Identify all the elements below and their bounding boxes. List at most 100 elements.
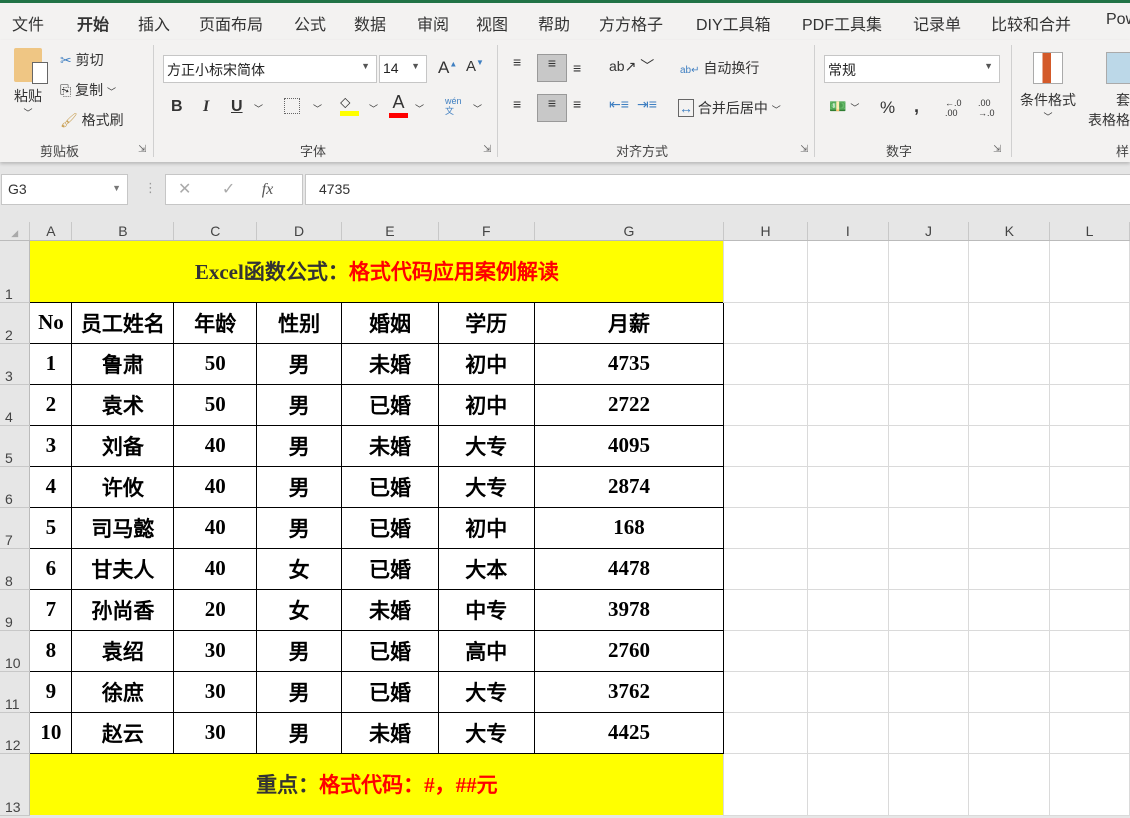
- underline-button[interactable]: U: [231, 98, 243, 116]
- bold-button[interactable]: B: [171, 98, 183, 116]
- italic-button[interactable]: I: [203, 98, 209, 116]
- tab-14[interactable]: Pow: [1106, 11, 1130, 29]
- row-header-9[interactable]: 9: [0, 589, 31, 631]
- table-cell[interactable]: 许攸: [71, 465, 175, 508]
- empty-cell[interactable]: [807, 507, 889, 549]
- decrease-font-size-icon[interactable]: A▼: [466, 58, 484, 75]
- row-header-8[interactable]: 8: [0, 548, 31, 590]
- table-cell[interactable]: 4095: [533, 424, 725, 467]
- dialog-launcher-icon[interactable]: ⇲: [138, 144, 146, 155]
- table-cell[interactable]: 10: [29, 711, 73, 754]
- empty-cell[interactable]: [1049, 507, 1130, 549]
- empty-cell[interactable]: [888, 466, 970, 508]
- empty-cell[interactable]: [968, 753, 1051, 816]
- empty-cell[interactable]: [1049, 302, 1130, 344]
- decrease-indent-icon[interactable]: ⇤≡: [609, 96, 629, 113]
- empty-cell[interactable]: [723, 589, 808, 631]
- chevron-down-icon[interactable]: ﹀: [369, 102, 378, 115]
- drag-handle-icon[interactable]: ⋮: [144, 180, 157, 196]
- empty-cell[interactable]: [968, 240, 1051, 303]
- row-header-7[interactable]: 7: [0, 507, 31, 549]
- formula-input[interactable]: 4735: [305, 174, 1130, 205]
- table-header-cell[interactable]: 月薪: [533, 301, 725, 344]
- empty-cell[interactable]: [1049, 343, 1130, 385]
- table-cell[interactable]: 男: [256, 629, 343, 672]
- table-cell[interactable]: 女: [256, 547, 343, 590]
- empty-cell[interactable]: [888, 630, 970, 672]
- table-cell[interactable]: 男: [256, 383, 343, 426]
- accounting-format-icon[interactable]: 💵 ﹀: [829, 98, 859, 115]
- empty-cell[interactable]: [723, 240, 808, 303]
- tab-1[interactable]: 开始: [77, 11, 110, 44]
- note-cell[interactable]: 重点：格式代码：#，##元: [29, 753, 725, 815]
- column-header-B[interactable]: B: [71, 222, 175, 241]
- table-header-cell[interactable]: 婚姻: [341, 301, 439, 344]
- empty-cell[interactable]: [807, 630, 889, 672]
- title-cell[interactable]: Excel函数公式：格式代码应用案例解读: [29, 240, 725, 302]
- table-cell[interactable]: 7: [29, 588, 73, 631]
- empty-cell[interactable]: [723, 753, 808, 816]
- tab-9[interactable]: 方方格子: [599, 11, 663, 35]
- table-cell[interactable]: 已婚: [341, 465, 439, 508]
- table-cell[interactable]: 未婚: [341, 342, 439, 385]
- name-box[interactable]: G3 ▼: [1, 174, 128, 205]
- chevron-down-icon[interactable]: ﹀: [313, 102, 322, 115]
- chevron-down-icon[interactable]: ﹀: [473, 102, 482, 115]
- table-cell[interactable]: 初中: [437, 342, 535, 385]
- tab-4[interactable]: 公式: [294, 11, 326, 35]
- empty-cell[interactable]: [723, 425, 808, 467]
- enter-icon[interactable]: ✓: [222, 181, 235, 198]
- table-cell[interactable]: 孙尚香: [71, 588, 175, 631]
- font-size-select[interactable]: 14 ▼: [379, 55, 427, 83]
- empty-cell[interactable]: [888, 384, 970, 426]
- column-header-E[interactable]: E: [341, 222, 439, 241]
- empty-cell[interactable]: [723, 630, 808, 672]
- table-header-cell[interactable]: 学历: [437, 301, 535, 344]
- column-header-J[interactable]: J: [888, 222, 970, 241]
- empty-cell[interactable]: [807, 425, 889, 467]
- empty-cell[interactable]: [888, 507, 970, 549]
- table-cell[interactable]: 168: [533, 506, 725, 549]
- table-cell[interactable]: 30: [173, 629, 258, 672]
- table-cell[interactable]: 9: [29, 670, 73, 713]
- table-cell[interactable]: 2760: [533, 629, 725, 672]
- table-cell[interactable]: 男: [256, 506, 343, 549]
- table-header-cell[interactable]: 性别: [256, 301, 343, 344]
- table-cell[interactable]: 4: [29, 465, 73, 508]
- table-cell[interactable]: 4735: [533, 342, 725, 385]
- empty-cell[interactable]: [888, 343, 970, 385]
- percent-style-button[interactable]: %: [880, 98, 895, 118]
- wrap-text-button[interactable]: ab↵ 自动换行: [680, 58, 759, 78]
- align-center-icon[interactable]: ≡: [537, 94, 567, 122]
- empty-cell[interactable]: [1049, 384, 1130, 426]
- empty-cell[interactable]: [888, 425, 970, 467]
- dialog-launcher-icon[interactable]: ⇲: [800, 144, 808, 155]
- empty-cell[interactable]: [888, 671, 970, 713]
- table-cell[interactable]: 男: [256, 670, 343, 713]
- table-cell[interactable]: 大专: [437, 424, 535, 467]
- table-cell[interactable]: 8: [29, 629, 73, 672]
- column-header-A[interactable]: A: [29, 222, 73, 241]
- align-middle-icon[interactable]: ≡: [537, 54, 567, 82]
- align-bottom-icon[interactable]: ≡: [573, 60, 581, 76]
- column-header-H[interactable]: H: [723, 222, 808, 241]
- increase-indent-icon[interactable]: ⇥≡: [637, 96, 657, 113]
- empty-cell[interactable]: [807, 671, 889, 713]
- fill-color-button[interactable]: ⬦: [340, 94, 359, 116]
- table-cell[interactable]: 徐庶: [71, 670, 175, 713]
- table-cell[interactable]: 3: [29, 424, 73, 467]
- empty-cell[interactable]: [968, 671, 1051, 713]
- empty-cell[interactable]: [1049, 753, 1130, 816]
- dialog-launcher-icon[interactable]: ⇲: [993, 144, 1001, 155]
- table-cell[interactable]: 司马懿: [71, 506, 175, 549]
- empty-cell[interactable]: [888, 302, 970, 344]
- tab-10[interactable]: DIY工具箱: [696, 11, 771, 35]
- table-cell[interactable]: 2722: [533, 383, 725, 426]
- table-cell[interactable]: 初中: [437, 506, 535, 549]
- table-cell[interactable]: 30: [173, 670, 258, 713]
- format-painter-button[interactable]: 🖌 格式刷: [60, 110, 124, 130]
- cancel-icon[interactable]: ✕: [178, 181, 191, 198]
- empty-cell[interactable]: [807, 466, 889, 508]
- tab-3[interactable]: 页面布局: [199, 11, 263, 35]
- empty-cell[interactable]: [968, 466, 1051, 508]
